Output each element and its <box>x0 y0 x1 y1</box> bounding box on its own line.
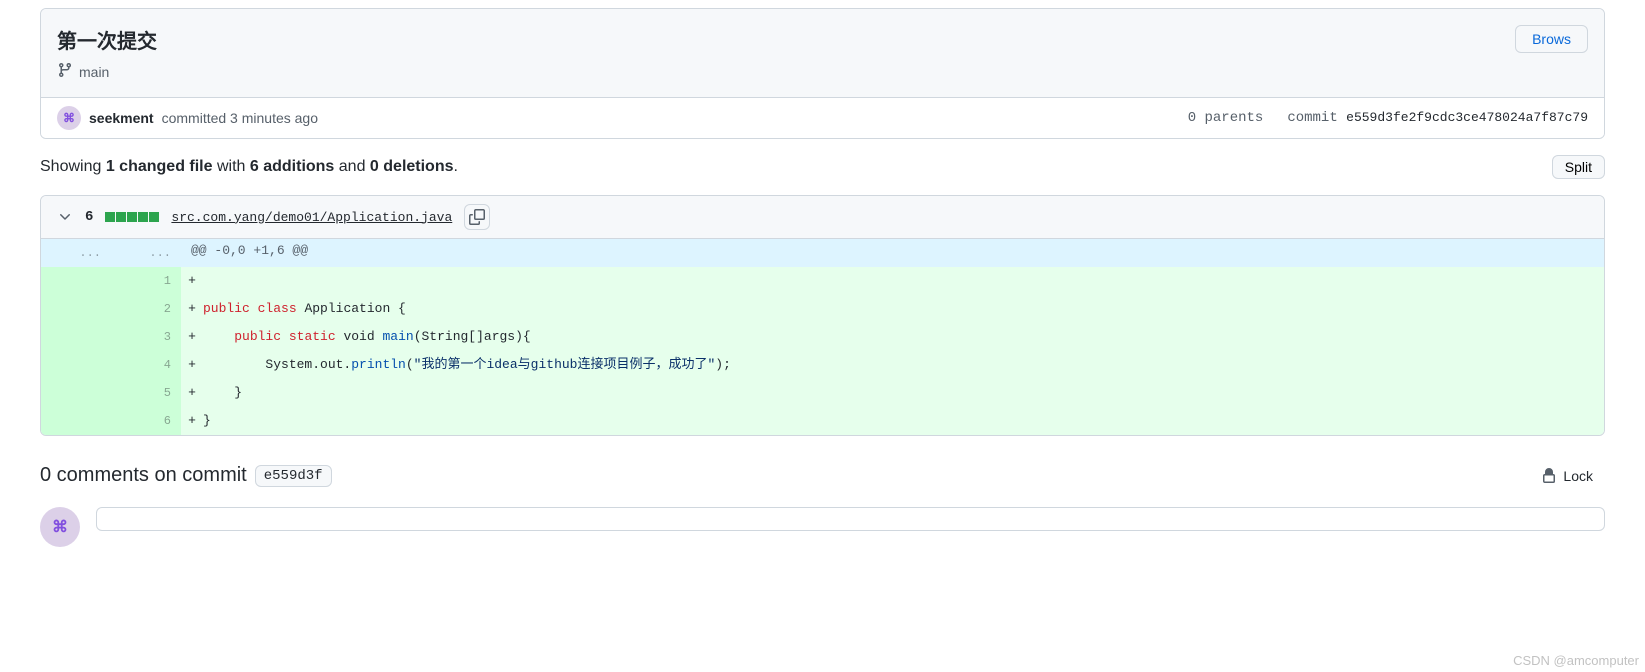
diff-marker: + <box>181 323 203 351</box>
diff-line-addition: 4+ System.out.println("我的第一个idea与github连… <box>41 351 1604 379</box>
old-line-num <box>41 379 111 407</box>
file-change-count: 6 <box>85 209 93 225</box>
new-line-num: 1 <box>111 267 181 295</box>
old-line-num <box>41 351 111 379</box>
new-line-num: 3 <box>111 323 181 351</box>
watermark: CSDN @amcomputer <box>1513 653 1639 668</box>
commit-label: commit <box>1287 110 1337 126</box>
old-line-num <box>41 267 111 295</box>
code-content: System.out.println("我的第一个idea与github连接项目… <box>203 351 1604 379</box>
chevron-down-icon[interactable] <box>57 209 73 225</box>
commit-meta-row: ⌘ seekment committed 3 minutes ago 0 par… <box>41 97 1604 138</box>
browse-files-button[interactable]: Brows <box>1515 25 1588 53</box>
old-line-num <box>41 323 111 351</box>
diff-marker: + <box>181 351 203 379</box>
diff-marker: + <box>181 379 203 407</box>
author-link[interactable]: seekment <box>89 110 154 126</box>
commit-hash[interactable]: e559d3fe2f9cdc3ce478024a7f87c79 <box>1346 110 1588 125</box>
file-path[interactable]: src.com.yang/demo01/Application.java <box>171 210 452 225</box>
diffstat-bar <box>105 212 159 222</box>
new-line-num: 4 <box>111 351 181 379</box>
branch-row: main <box>57 62 157 81</box>
git-branch-icon <box>57 62 73 81</box>
lock-conversation-button[interactable]: Lock <box>1529 465 1605 487</box>
new-line-num: 6 <box>111 407 181 435</box>
diffstat-summary-row: Showing 1 changed file with 6 additions … <box>40 155 1605 179</box>
file-header: 6 src.com.yang/demo01/Application.java <box>41 196 1604 239</box>
parents-count: 0 parents <box>1188 110 1264 126</box>
comment-form: ⌘ <box>40 507 1605 547</box>
old-line-num <box>41 295 111 323</box>
hunk-header-text: @@ -0,0 +1,6 @@ <box>181 239 1604 267</box>
comments-title: 0 comments on commit e559d3f <box>40 464 332 487</box>
new-line-num: 2 <box>111 295 181 323</box>
expand-hunk-button[interactable]: ... <box>41 239 111 267</box>
copy-path-button[interactable] <box>464 204 490 230</box>
diff-line-addition: 5+ } <box>41 379 1604 407</box>
avatar[interactable]: ⌘ <box>57 106 81 130</box>
diff-table: ... ... @@ -0,0 +1,6 @@ 1+2+public class… <box>41 239 1604 435</box>
file-diff-box: 6 src.com.yang/demo01/Application.java .… <box>40 195 1605 436</box>
diff-view-split-button[interactable]: Split <box>1552 155 1605 179</box>
commit-time: committed 3 minutes ago <box>162 110 318 126</box>
branch-name[interactable]: main <box>79 64 109 80</box>
code-content: } <box>203 407 1604 435</box>
diff-line-addition: 2+public class Application { <box>41 295 1604 323</box>
diff-line-addition: 3+ public static void main(String[]args)… <box>41 323 1604 351</box>
diffstat-summary-text: Showing 1 changed file with 6 additions … <box>40 158 458 176</box>
diff-line-addition: 1+ <box>41 267 1604 295</box>
commit-header-box: 第一次提交 main Brows ⌘ seekment committed 3 … <box>40 8 1605 139</box>
diff-marker: + <box>181 295 203 323</box>
code-content <box>203 267 1604 295</box>
diff-line-addition: 6+} <box>41 407 1604 435</box>
commit-hash-wrap: commit e559d3fe2f9cdc3ce478024a7f87c79 <box>1287 110 1588 126</box>
new-line-num: 5 <box>111 379 181 407</box>
expand-hunk-button[interactable]: ... <box>111 239 181 267</box>
comment-input-box[interactable] <box>96 507 1605 531</box>
comments-header: 0 comments on commit e559d3f Lock <box>40 464 1605 487</box>
code-content: } <box>203 379 1604 407</box>
commit-title: 第一次提交 <box>57 25 157 54</box>
commit-sha-badge: e559d3f <box>255 465 332 487</box>
commit-top: 第一次提交 main Brows <box>41 9 1604 97</box>
avatar[interactable]: ⌘ <box>40 507 80 547</box>
code-content: public static void main(String[]args){ <box>203 323 1604 351</box>
hunk-header-row: ... ... @@ -0,0 +1,6 @@ <box>41 239 1604 267</box>
code-content: public class Application { <box>203 295 1604 323</box>
diff-marker: + <box>181 407 203 435</box>
old-line-num <box>41 407 111 435</box>
diff-marker: + <box>181 267 203 295</box>
